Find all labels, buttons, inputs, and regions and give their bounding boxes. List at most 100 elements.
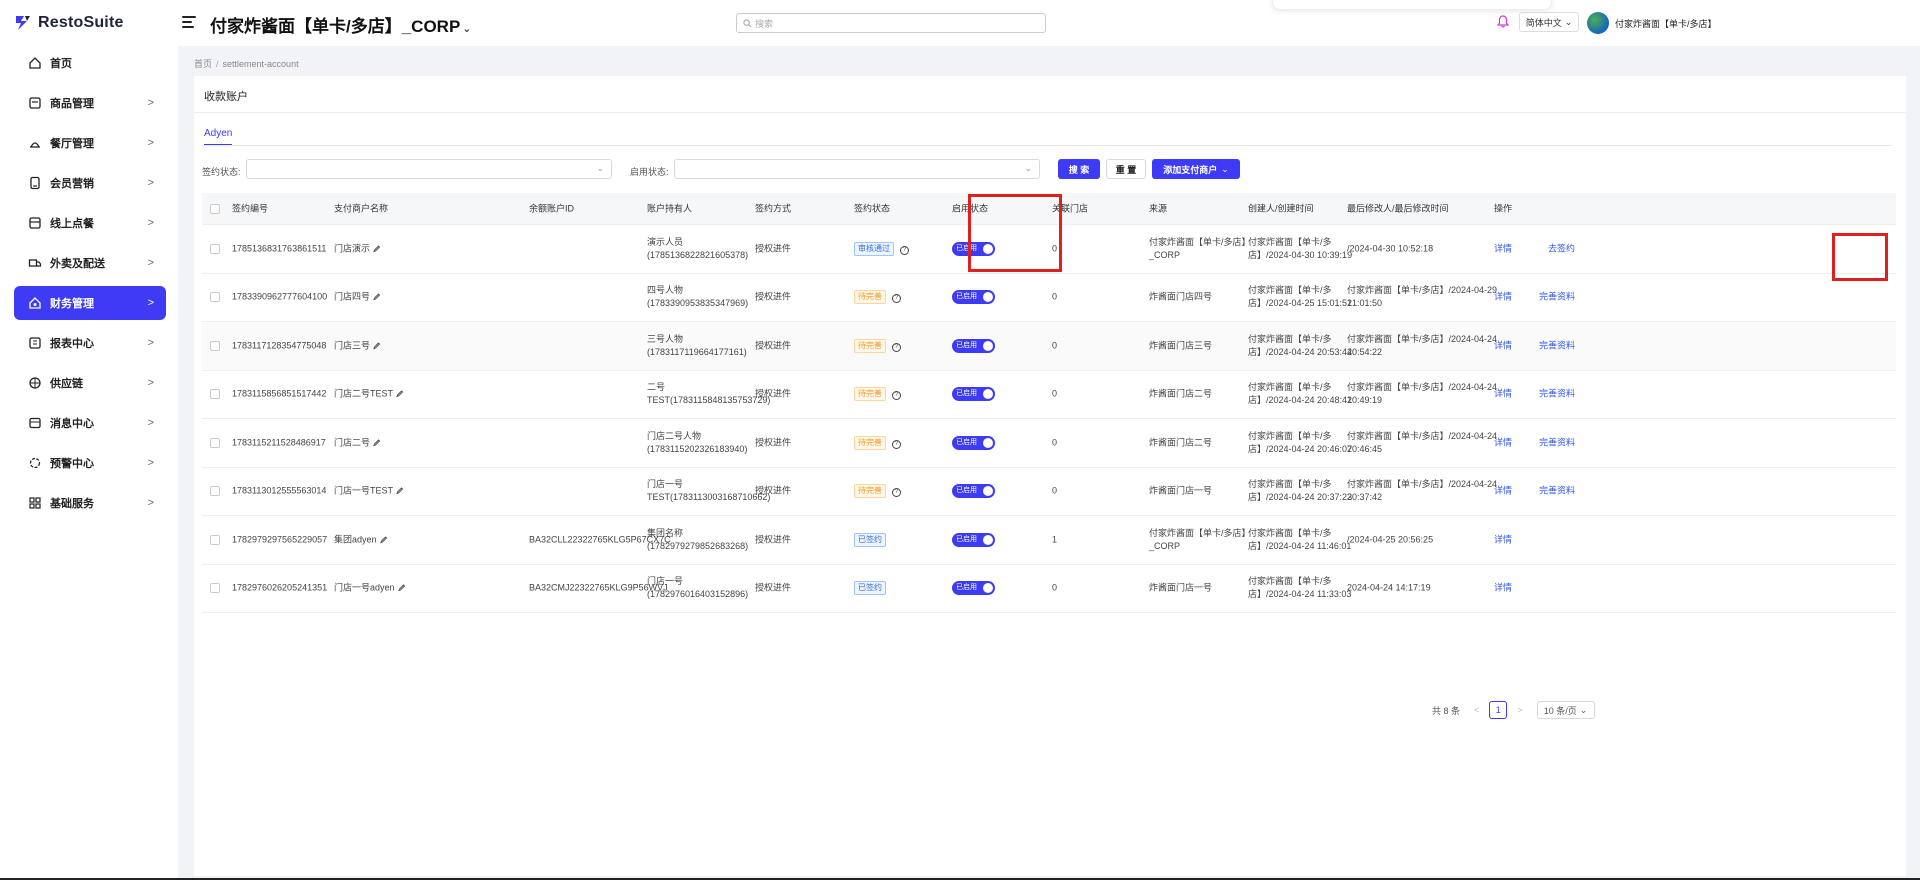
sign-status-select[interactable]: ⌄ (246, 159, 612, 179)
breadcrumb-home[interactable]: 首页 (194, 59, 212, 69)
sidebar-item-report[interactable]: 报表中心 > (14, 326, 166, 360)
created-time: 店】/2024-04-24 20:53:44 (1248, 346, 1353, 357)
language-select[interactable]: 简体中文 ⌄ (1519, 12, 1579, 32)
edit-icon[interactable] (373, 293, 381, 301)
detail-link[interactable]: 详情 (1494, 583, 1512, 593)
sidebar-item-grid[interactable]: 基础服务 > (14, 486, 166, 520)
row-checkbox[interactable] (210, 583, 220, 594)
page-number-button[interactable]: 1 (1489, 701, 1508, 719)
brand-name: RestoSuite (38, 14, 124, 31)
help-icon[interactable]: ? (892, 439, 901, 449)
detail-link[interactable]: 详情 (1494, 292, 1512, 302)
sidebar-item-alert[interactable]: 预警中心 > (14, 446, 166, 480)
edit-icon[interactable] (397, 584, 406, 592)
bell-icon[interactable] (1497, 15, 1509, 28)
merchant-name: 门店三号 (334, 340, 371, 351)
detail-link[interactable]: 详情 (1494, 243, 1512, 253)
store-switcher[interactable]: 付家炸酱面【单卡/多店】_CORP ⌄ (210, 12, 472, 37)
help-icon[interactable]: ? (892, 342, 901, 352)
detail-link[interactable]: 详情 (1494, 534, 1512, 544)
help-icon[interactable]: ? (892, 294, 901, 304)
column-header: 来源 (1149, 203, 1168, 213)
breadcrumb-separator: / (216, 59, 219, 69)
tab-adyen[interactable]: Adyen (204, 128, 233, 146)
next-page-button[interactable]: > (1517, 705, 1522, 715)
supply-chain-icon (28, 376, 42, 390)
action-link[interactable]: 完善资料 (1539, 340, 1575, 350)
sidebar-item-member[interactable]: 会员营销 > (14, 166, 166, 200)
action-link[interactable]: 完善资料 (1539, 389, 1575, 399)
detail-link[interactable]: 详情 (1494, 437, 1512, 447)
action-link[interactable]: 完善资料 (1539, 437, 1575, 447)
help-icon[interactable]: ? (892, 391, 901, 401)
sidebar-item-label: 首页 (50, 58, 72, 70)
action-link[interactable]: 去签约 (1548, 243, 1575, 253)
holder-name: 演示人员 (647, 236, 684, 247)
sidebar-item-finance[interactable]: 财务管理 > (14, 286, 166, 320)
merchant-name: 门店二号 (334, 437, 371, 448)
brand-logo[interactable]: RestoSuite (14, 12, 124, 34)
enable-toggle[interactable]: 已启用 (952, 338, 995, 353)
action-link[interactable]: 完善资料 (1539, 486, 1575, 496)
modified-time: 21:01:50 (1347, 298, 1383, 309)
edit-icon[interactable] (396, 487, 404, 495)
sidebar-item-goods[interactable]: 商品管理 > (14, 86, 166, 120)
enable-toggle[interactable]: 已启用 (952, 387, 995, 402)
chevron-down-icon: ⌄ (1564, 16, 1573, 27)
add-merchant-button[interactable]: 添加支付商户 ⌄ (1152, 159, 1240, 179)
sidebar-item-home[interactable]: 首页 (14, 46, 166, 80)
restaurant-icon (28, 136, 42, 150)
enable-status-select[interactable]: ⌄ (674, 159, 1040, 179)
enable-toggle[interactable]: 已启用 (952, 484, 995, 499)
action-link[interactable]: 完善资料 (1539, 292, 1575, 302)
sidebar-item-delivery[interactable]: 外卖及配送 > (14, 246, 166, 280)
search-button[interactable]: 搜 索 (1058, 159, 1100, 179)
help-icon[interactable]: ? (892, 488, 901, 498)
creator: 付家炸酱面【单卡/多 (1248, 236, 1332, 247)
sidebar-item-online-order[interactable]: 线上点餐 > (14, 206, 166, 240)
sidebar-item-restaurant[interactable]: 餐厅管理 > (14, 126, 166, 160)
enable-toggle[interactable]: 已启用 (952, 532, 995, 547)
table-row: 1783390962777604100 门店四号 四号人物 (178339095383… (202, 274, 1896, 322)
detail-link[interactable]: 详情 (1494, 340, 1512, 350)
delivery-icon (28, 256, 42, 270)
sidebar-item-supply-chain[interactable]: 供应链 > (14, 366, 166, 400)
sidebar-item-label: 预警中心 (50, 458, 94, 470)
reset-button[interactable]: 重 置 (1106, 159, 1146, 179)
row-checkbox[interactable] (210, 437, 220, 448)
holder-id: (1782979279852683268) (647, 540, 749, 551)
detail-link[interactable]: 详情 (1494, 389, 1512, 399)
creator: 付家炸酱面【单卡/多 (1248, 430, 1332, 441)
row-checkbox[interactable] (210, 340, 220, 351)
row-checkbox[interactable] (210, 243, 220, 254)
sidebar-item-message[interactable]: 消息中心 > (14, 406, 166, 440)
enable-toggle[interactable]: 已启用 (952, 581, 995, 596)
page-size-select[interactable]: 10 条/页 ⌄ (1536, 701, 1595, 719)
enable-toggle[interactable]: 已启用 (952, 435, 995, 450)
row-checkbox[interactable] (210, 534, 220, 545)
edit-icon[interactable] (396, 390, 404, 398)
sidebar-menu: 首页商品管理 > 餐厅管理 > 会员营销 > 线上点餐 > 外卖及配送 > 财务管理 > 报表中心 > 供应… (14, 46, 166, 526)
help-icon[interactable]: ? (900, 245, 909, 255)
edit-icon[interactable] (373, 244, 381, 252)
prev-page-button[interactable]: < (1474, 705, 1479, 715)
chevron-right-icon: > (147, 97, 154, 109)
global-search-input[interactable]: 搜索 (736, 13, 1046, 33)
row-checkbox[interactable] (210, 389, 220, 400)
menu-toggle-icon[interactable] (182, 16, 196, 30)
edit-icon[interactable] (379, 535, 388, 543)
select-all-checkbox[interactable] (210, 203, 220, 214)
user-menu[interactable]: 付家炸酱面【单卡/多店】 (1587, 12, 1717, 34)
detail-link[interactable]: 详情 (1494, 486, 1512, 496)
edit-icon[interactable] (373, 341, 381, 349)
row-checkbox[interactable] (210, 292, 220, 303)
status-badge: 待完善 (854, 290, 886, 305)
sidebar-item-label: 线上点餐 (50, 218, 94, 230)
chevron-right-icon: > (147, 217, 154, 229)
table-row: 1782976026205241351 门店一号adyen BA32CMJ22322… (202, 565, 1896, 613)
status-badge: 审核通过 (854, 241, 894, 256)
edit-icon[interactable] (373, 438, 381, 446)
row-checkbox[interactable] (210, 486, 220, 497)
sign-method: 授权进件 (755, 437, 792, 448)
enable-toggle[interactable]: 已启用 (952, 290, 995, 305)
